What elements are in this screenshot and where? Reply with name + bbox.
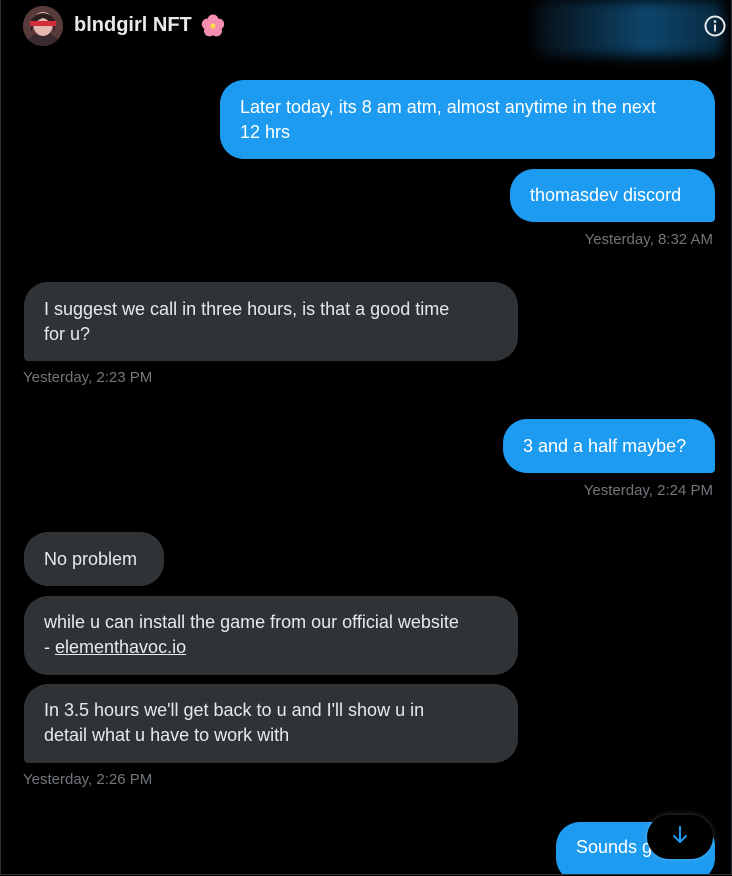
contact-name[interactable]: blndgirl NFT bbox=[74, 14, 192, 37]
message-text-line: for u? bbox=[44, 324, 91, 344]
message-timestamp: Yesterday, 2:24 PM bbox=[583, 482, 713, 499]
message-bubble-incoming[interactable]: In 3.5 hours we'll get back to u and I'l… bbox=[24, 684, 518, 763]
hibiscus-flower-icon bbox=[200, 13, 226, 39]
scroll-to-bottom-button[interactable] bbox=[647, 815, 713, 859]
message-text-prefix: - bbox=[44, 637, 55, 657]
message-text-line: Later today, its 8 am atm, almost anytim… bbox=[240, 97, 656, 117]
message-bubble-incoming[interactable]: I suggest we call in three hours, is tha… bbox=[24, 282, 518, 361]
message-bubble-incoming[interactable]: No problem bbox=[24, 532, 164, 586]
message-text-line: detail what u have to work with bbox=[44, 725, 290, 745]
message-timestamp: Yesterday, 2:23 PM bbox=[23, 369, 153, 386]
message-text-line: while u can install the game from our of… bbox=[44, 612, 459, 632]
website-link[interactable]: elementhavoc.io bbox=[55, 637, 186, 657]
avatar[interactable] bbox=[23, 6, 63, 46]
message-timestamp: Yesterday, 2:26 PM bbox=[23, 771, 153, 788]
message-text-line: 3 and a half maybe? bbox=[523, 436, 687, 456]
arrow-down-icon bbox=[670, 825, 690, 850]
message-bubble-outgoing[interactable]: thomasdev discord bbox=[510, 169, 715, 222]
message-text-line: In 3.5 hours we'll get back to u and I'l… bbox=[44, 700, 425, 720]
message-text-line: - elementhavoc.io bbox=[44, 635, 498, 660]
message-text-line: I suggest we call in three hours, is tha… bbox=[44, 299, 450, 319]
message-bubble-outgoing[interactable]: Later today, its 8 am atm, almost anytim… bbox=[220, 80, 715, 159]
conversation-header: blndgirl NFT bbox=[1, 0, 731, 52]
info-circle-icon[interactable] bbox=[703, 14, 727, 38]
message-timestamp: Yesterday, 8:32 AM bbox=[584, 231, 713, 248]
message-bubble-incoming[interactable]: while u can install the game from our of… bbox=[24, 596, 518, 675]
message-text-line: 12 hrs bbox=[240, 122, 291, 142]
message-text-line: No problem bbox=[44, 549, 138, 569]
message-text-line: thomasdev discord bbox=[530, 185, 682, 205]
message-bubble-outgoing[interactable]: 3 and a half maybe? bbox=[503, 419, 715, 473]
dm-conversation: blndgirl NFT Later today, its 8 am atm, … bbox=[0, 0, 732, 875]
